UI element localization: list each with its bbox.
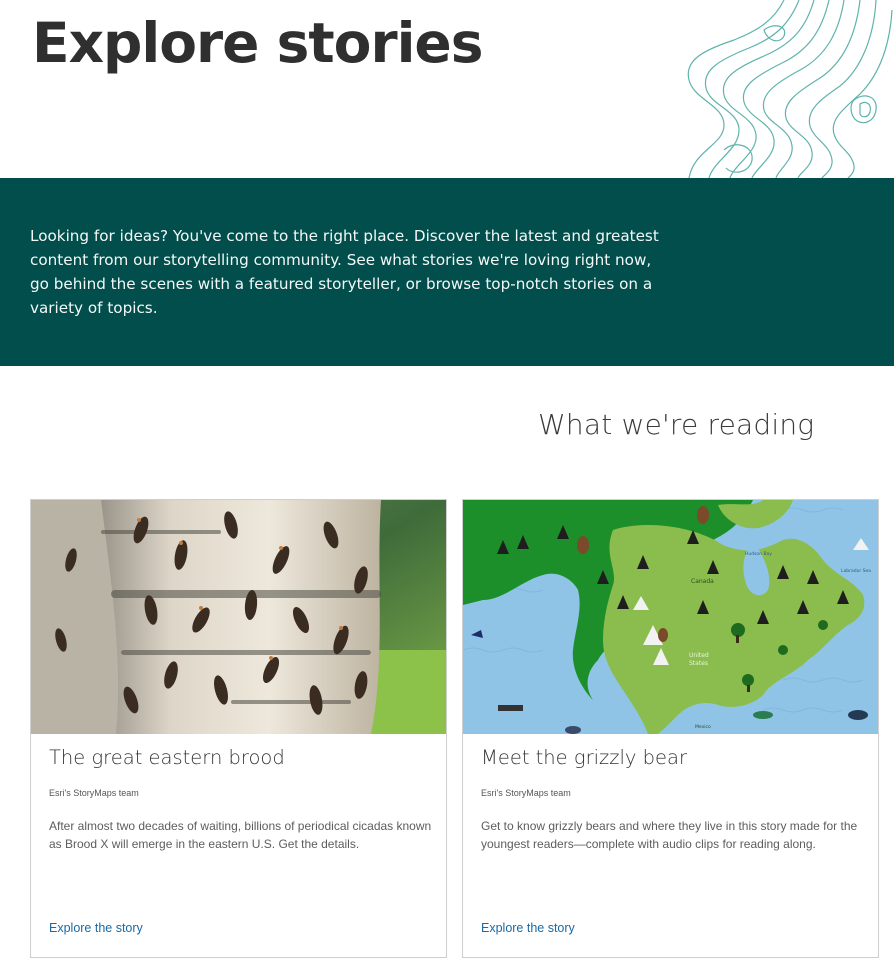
map-label-hudson: Hudson Bay (745, 551, 772, 557)
page-title: Explore stories (32, 11, 483, 75)
intro-paragraph: Looking for ideas? You've come to the ri… (30, 227, 659, 317)
story-card-image[interactable] (31, 500, 446, 734)
cicada-photo-illustration (31, 500, 446, 734)
section-heading-reading: What we're reading (538, 408, 815, 441)
map-label-us-line1: United (689, 652, 709, 659)
north-america-map-illustration: Canada United States Hudson Bay Labrador… (463, 500, 878, 734)
story-card-description: Get to know grizzly bears and where they… (481, 819, 858, 851)
map-label-us-line2: States (689, 660, 708, 667)
story-card-title[interactable]: The great eastern brood (49, 746, 285, 769)
story-card-image[interactable]: Canada United States Hudson Bay Labrador… (463, 500, 878, 734)
story-card-cicada[interactable]: The great eastern brood Esri's StoryMaps… (30, 499, 447, 958)
map-label-mexico: Mexico (695, 724, 711, 730)
hero-header: Explore stories (0, 0, 894, 178)
story-card-author: Esri's StoryMaps team (481, 788, 571, 798)
map-label-labrador: Labrador Sea (841, 568, 871, 574)
explore-story-link[interactable]: Explore the story (481, 921, 575, 935)
story-card-grizzly[interactable]: Canada United States Hudson Bay Labrador… (462, 499, 879, 958)
map-label-canada: Canada (691, 578, 714, 585)
intro-banner: Looking for ideas? You've come to the ri… (0, 178, 894, 366)
topographic-contour-decoration (687, 0, 893, 178)
story-card-description: After almost two decades of waiting, bil… (49, 819, 432, 851)
explore-story-link[interactable]: Explore the story (49, 921, 143, 935)
story-card-title[interactable]: Meet the grizzly bear (481, 746, 687, 769)
story-card-author: Esri's StoryMaps team (49, 788, 139, 798)
